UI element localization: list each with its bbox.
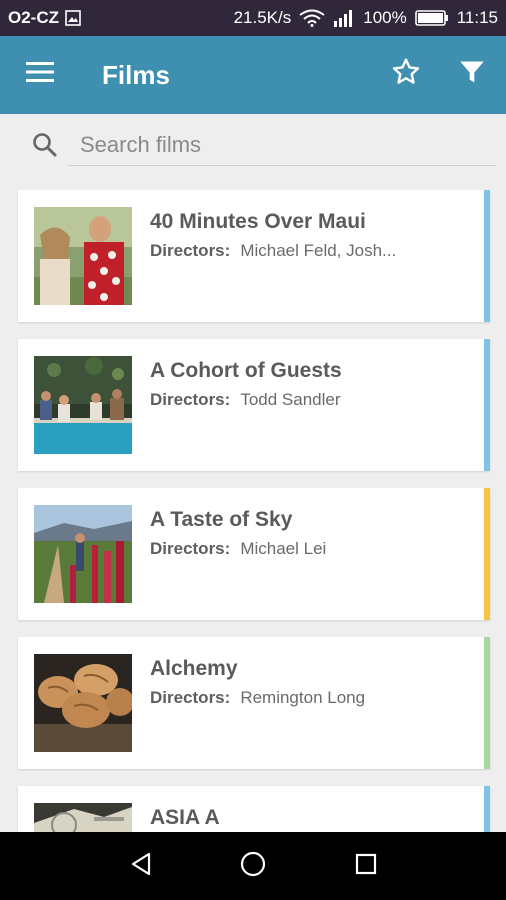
film-card[interactable]: ASIA A (18, 786, 490, 832)
hamburger-menu-icon (26, 61, 54, 88)
filter-funnel-icon (458, 58, 486, 91)
directors-label: Directors: (150, 539, 231, 558)
search-input[interactable] (68, 124, 496, 166)
back-button[interactable] (122, 846, 162, 886)
recents-square-icon (354, 852, 378, 881)
home-button[interactable] (233, 846, 273, 886)
film-card[interactable]: Alchemy Directors: Remington Long (18, 637, 490, 769)
film-title: ASIA A (150, 806, 220, 829)
film-list: 40 Minutes Over Maui Directors: Michael F… (0, 190, 506, 832)
home-circle-icon (239, 850, 267, 883)
menu-button[interactable] (20, 54, 60, 94)
film-title: A Cohort of Guests (150, 359, 342, 382)
clock: 11:15 (456, 8, 498, 27)
network-speed: 21.5K/s (233, 8, 292, 27)
directors-names: Todd Sandler (240, 390, 341, 409)
film-title: A Taste of Sky (150, 508, 293, 531)
papers-thumbnail (34, 803, 132, 832)
film-card[interactable]: A Cohort of Guests Directors: Todd Sandle… (18, 339, 490, 471)
battery-icon (414, 9, 449, 27)
directors-names: Remington Long (240, 688, 366, 707)
recents-button[interactable] (346, 846, 386, 886)
card-accent-bar (484, 339, 490, 471)
directors-label: Directors: (150, 241, 231, 260)
film-directors: Directors: Todd Sandler (150, 389, 341, 411)
star-outline-icon (390, 56, 422, 93)
poolside-group-thumbnail (34, 356, 132, 454)
card-accent-bar (484, 488, 490, 620)
film-card[interactable]: 40 Minutes Over Maui Directors: Michael F… (18, 190, 490, 322)
card-accent-bar (484, 637, 490, 769)
battery-percent: 100% (363, 8, 407, 27)
directors-names: Michael Feld, Josh... (240, 241, 397, 260)
film-directors: Directors: Michael Lei (150, 538, 326, 560)
directors-names: Michael Lei (240, 539, 327, 558)
system-nav-bar (0, 832, 506, 900)
status-bar: O2-CZ 21.5K/s 100% 11:15 (0, 0, 506, 36)
film-directors: Directors: Michael Feld, Josh... (150, 240, 396, 262)
film-directors: Directors: Remington Long (150, 687, 365, 709)
directors-label: Directors: (150, 390, 231, 409)
filter-button[interactable] (452, 54, 492, 94)
wifi-icon (299, 9, 325, 27)
app-bar: Films (0, 36, 506, 114)
page-title: Films (102, 60, 170, 90)
flower-field-thumbnail (34, 505, 132, 603)
card-accent-bar (484, 786, 490, 832)
film-title: 40 Minutes Over Maui (150, 210, 366, 233)
card-accent-bar (484, 190, 490, 322)
image-notification-icon (65, 10, 81, 26)
carrier-name: O2-CZ (8, 8, 59, 27)
bread-loaves-thumbnail (34, 654, 132, 752)
signal-icon (333, 9, 355, 27)
film-title: Alchemy (150, 657, 238, 680)
couple-outdoors-thumbnail (34, 207, 132, 305)
favorites-button[interactable] (386, 54, 426, 94)
back-triangle-icon (129, 851, 155, 882)
directors-label: Directors: (150, 688, 231, 707)
film-card[interactable]: A Taste of Sky Directors: Michael Lei (18, 488, 490, 620)
search-bar (0, 114, 506, 176)
search-icon (30, 130, 60, 160)
